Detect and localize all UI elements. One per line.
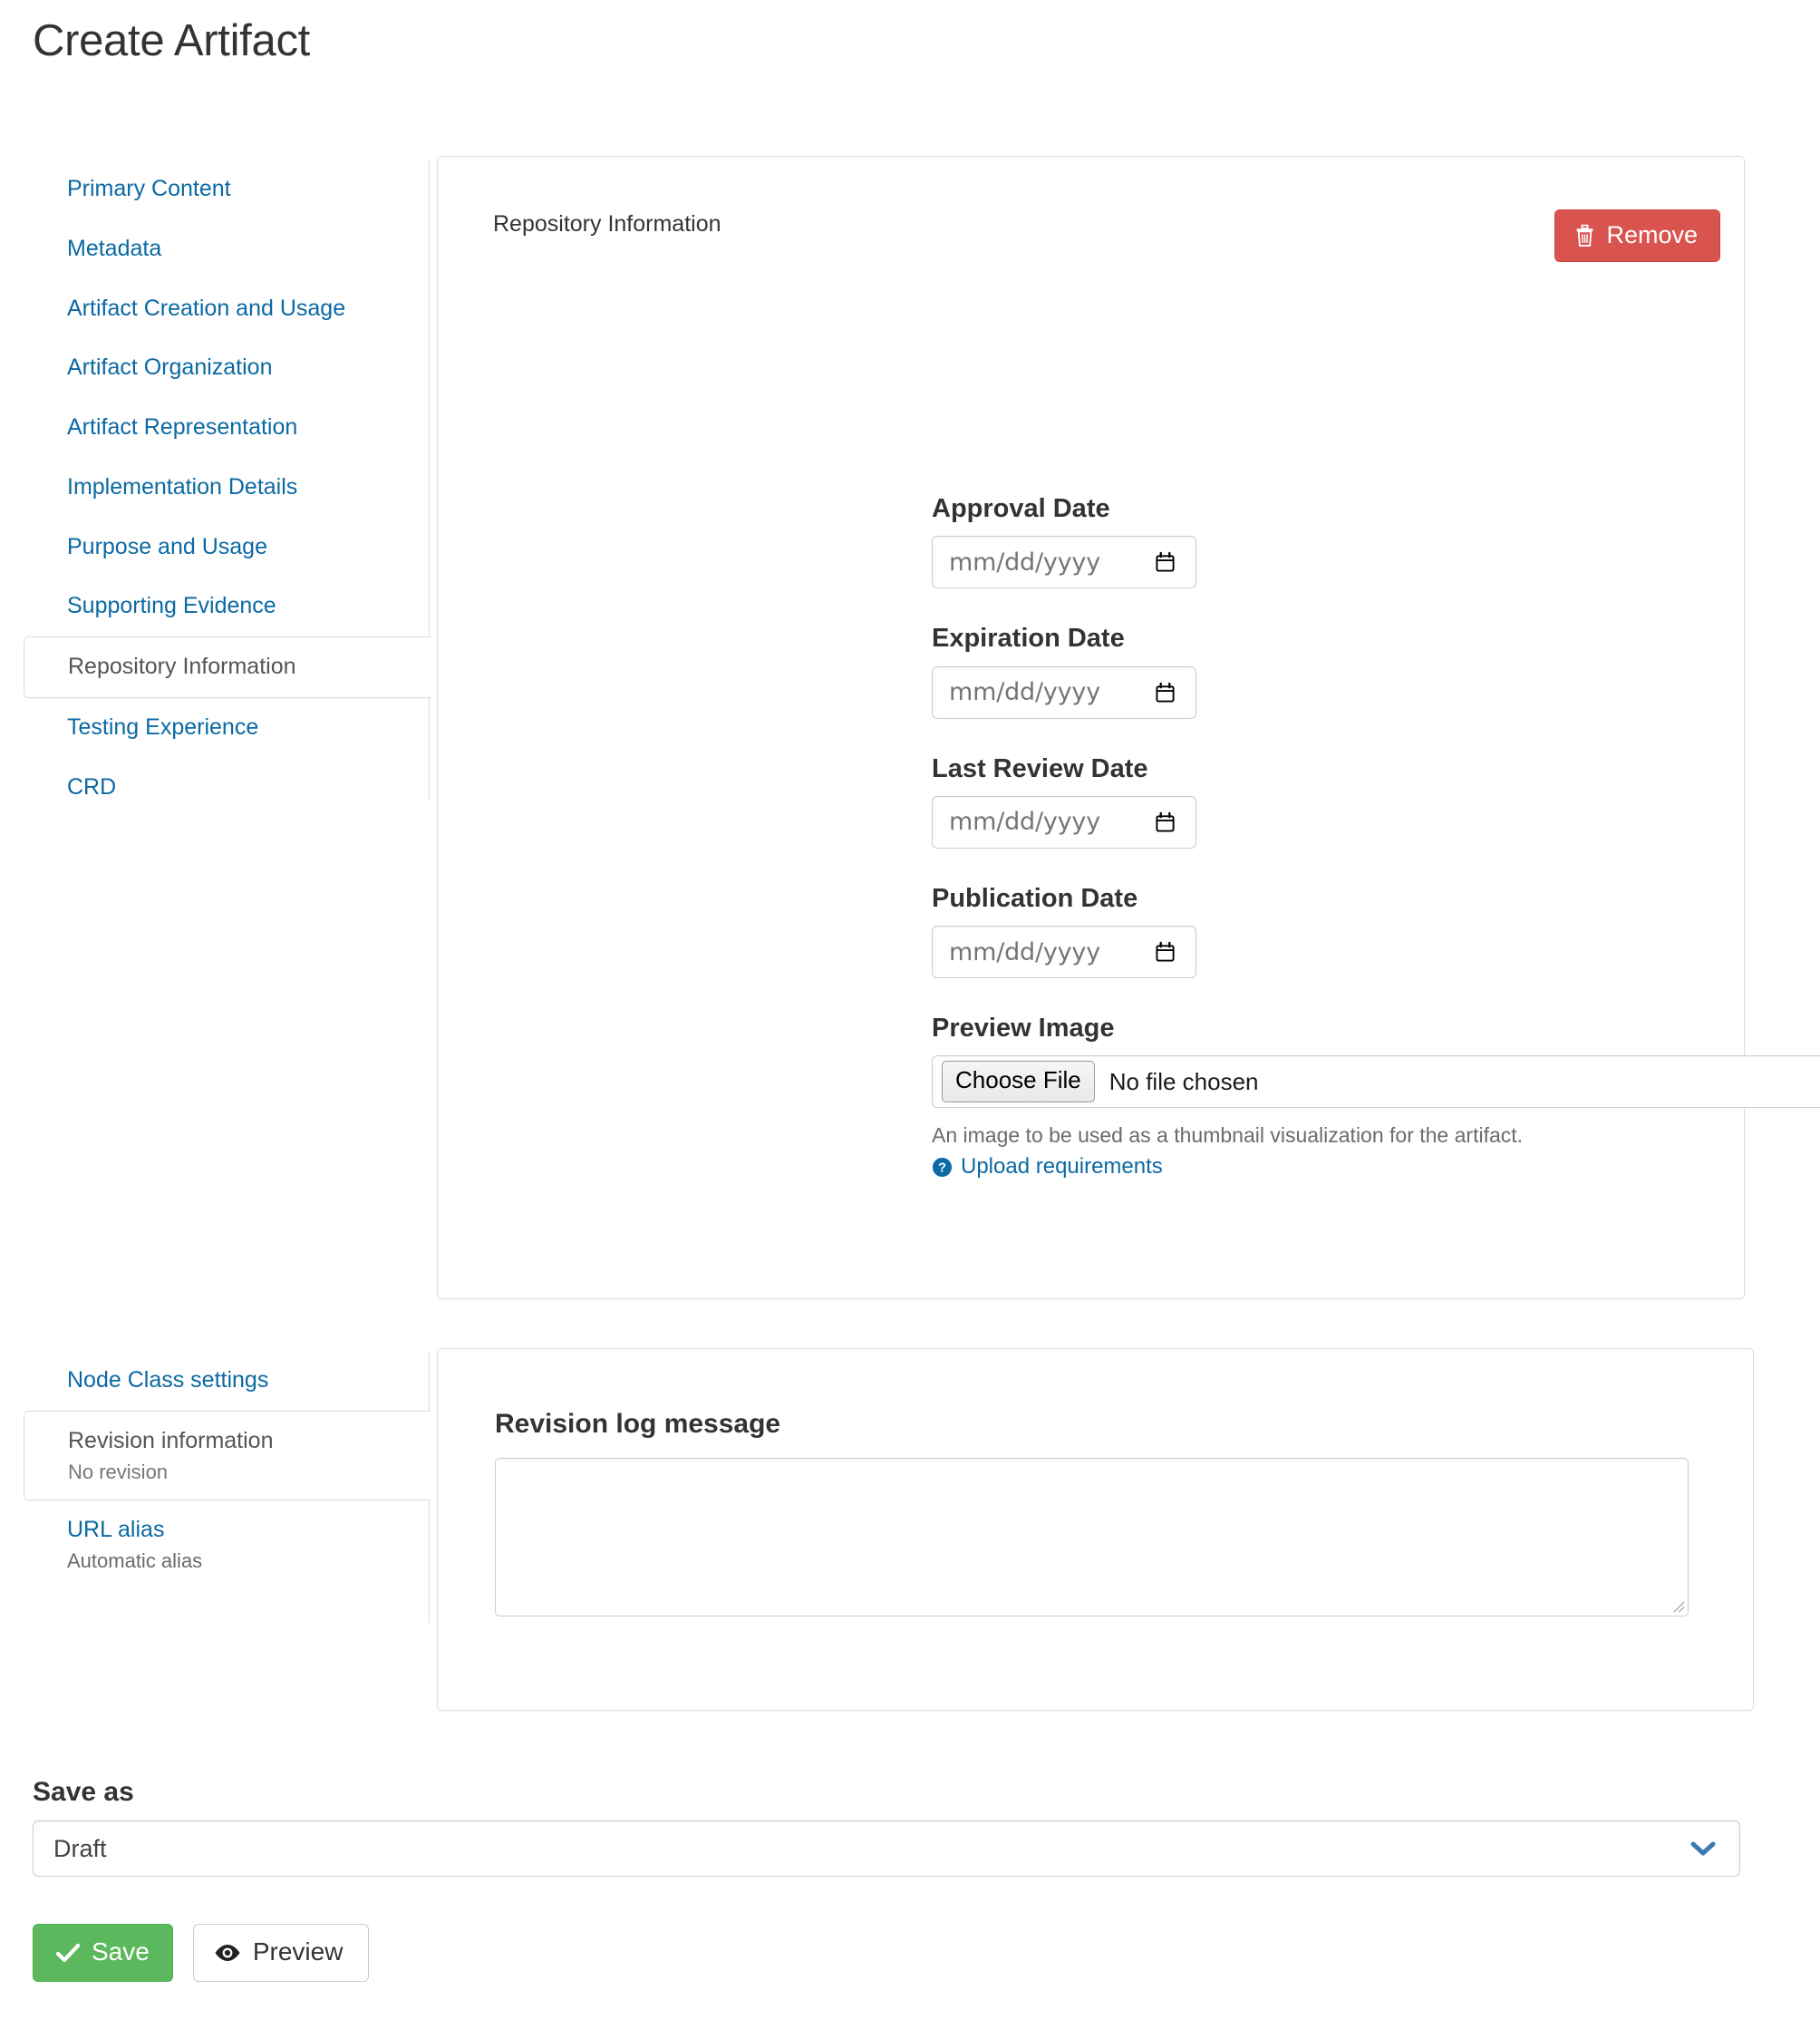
- date-placeholder: mm/dd/yyyy: [949, 937, 1100, 966]
- sidebar-item-supporting-evidence[interactable]: Supporting Evidence: [44, 577, 429, 636]
- sidebar-item-primary-content[interactable]: Primary Content: [44, 160, 429, 219]
- preview-button[interactable]: Preview: [192, 1924, 370, 1982]
- date-fields-group: Approval Date mm/dd/yyyy Expiration Date: [932, 492, 1820, 1180]
- sidebar-item-metadata[interactable]: Metadata: [44, 219, 429, 279]
- sidebar-item-purpose-and-usage[interactable]: Purpose and Usage: [44, 518, 429, 578]
- sidebar-item-sublabel: Automatic alias: [67, 1548, 203, 1572]
- trash-icon: [1575, 224, 1594, 247]
- sidebar-item-node-class-settings[interactable]: Node Class settings: [44, 1351, 429, 1411]
- save-as-selected-value: Draft: [53, 1834, 107, 1862]
- date-placeholder: mm/dd/yyyy: [949, 678, 1100, 706]
- date-placeholder: mm/dd/yyyy: [949, 548, 1100, 577]
- sidebar-item-label: Artifact Organization: [67, 354, 273, 381]
- sidebar-item-label: Supporting Evidence: [67, 593, 276, 619]
- sidebar-item-label: Purpose and Usage: [67, 533, 267, 559]
- file-status-text: No file chosen: [1108, 1067, 1259, 1095]
- sidebar-item-artifact-organization[interactable]: Artifact Organization: [44, 338, 429, 398]
- sidebar-item-sublabel: No revision: [68, 1460, 169, 1483]
- approval-date-input[interactable]: mm/dd/yyyy: [932, 536, 1196, 589]
- field-publication-date: Publication Date mm/dd/yyyy: [932, 882, 1820, 978]
- field-approval-date: Approval Date mm/dd/yyyy: [932, 492, 1820, 589]
- sidebar-item-url-alias[interactable]: URL alias Automatic alias: [44, 1500, 429, 1588]
- resize-handle-icon[interactable]: [1670, 1598, 1685, 1613]
- sidebar-item-artifact-representation[interactable]: Artifact Representation: [44, 398, 429, 458]
- save-button-label: Save: [92, 1937, 150, 1966]
- field-expiration-date: Expiration Date mm/dd/yyyy: [932, 622, 1820, 719]
- field-label: Preview Image: [932, 1014, 1115, 1043]
- calendar-icon[interactable]: [1155, 682, 1176, 704]
- field-last-review-date: Last Review Date mm/dd/yyyy: [932, 752, 1820, 849]
- calendar-icon[interactable]: [1155, 811, 1176, 833]
- upload-requirements-link[interactable]: ? Upload requirements: [932, 1154, 1163, 1180]
- sidebar-item-label: Testing Experience: [67, 714, 259, 740]
- field-label: Approval Date: [932, 494, 1110, 523]
- field-label: Expiration Date: [932, 624, 1125, 654]
- preview-button-label: Preview: [252, 1937, 344, 1966]
- sidebar-item-artifact-creation-and-usage[interactable]: Artifact Creation and Usage: [44, 279, 429, 339]
- check-icon: [55, 1942, 81, 1963]
- secondary-vertical-tabs: Node Class settings Revision information…: [24, 1351, 431, 1623]
- sidebar-item-label: Primary Content: [67, 176, 231, 201]
- save-as-label: Save as: [33, 1777, 134, 1807]
- field-label: Publication Date: [932, 883, 1138, 913]
- remove-button-label: Remove: [1606, 221, 1698, 248]
- field-preview-image: Preview Image Choose File No file chosen…: [932, 1012, 1820, 1180]
- sidebar-item-crd[interactable]: CRD: [44, 758, 429, 818]
- save-button[interactable]: Save: [33, 1924, 173, 1982]
- sidebar-item-label: Revision information: [68, 1427, 274, 1453]
- upload-requirements-label: Upload requirements: [961, 1154, 1163, 1180]
- save-as-select[interactable]: Draft: [33, 1820, 1740, 1877]
- sidebar-item-testing-experience[interactable]: Testing Experience: [44, 698, 429, 758]
- sidebar-item-repository-information[interactable]: Repository Information: [24, 636, 431, 698]
- page-title: Create Artifact: [33, 16, 310, 65]
- remove-button[interactable]: Remove: [1554, 209, 1720, 262]
- sidebar-item-label: CRD: [67, 773, 117, 800]
- svg-text:?: ?: [938, 1160, 946, 1175]
- sidebar-item-label: URL alias: [67, 1517, 165, 1543]
- sidebar-item-label: Metadata: [67, 235, 162, 261]
- sidebar-item-label: Artifact Representation: [67, 414, 298, 440]
- revision-log-textarea[interactable]: [495, 1458, 1689, 1616]
- revision-log-label: Revision log message: [495, 1409, 781, 1439]
- sidebar-item-implementation-details[interactable]: Implementation Details: [44, 458, 429, 518]
- preview-image-description: An image to be used as a thumbnail visua…: [932, 1123, 1524, 1148]
- repository-information-panel: Repository Information Remove Approval D…: [437, 156, 1820, 1299]
- field-label: Last Review Date: [932, 753, 1148, 783]
- revision-information-panel: Revision log message: [437, 1348, 1754, 1711]
- create-artifact-page: Create Artifact Primary Content Metadata…: [0, 0, 1820, 2029]
- chevron-down-icon: [1690, 1840, 1716, 1857]
- eye-icon: [214, 1942, 241, 1962]
- expiration-date-input[interactable]: mm/dd/yyyy: [932, 665, 1196, 719]
- calendar-icon[interactable]: [1155, 941, 1176, 963]
- preview-image-file-input[interactable]: Choose File No file chosen: [932, 1055, 1820, 1109]
- sidebar-item-revision-information[interactable]: Revision information No revision: [24, 1410, 431, 1501]
- sidebar-item-label: Artifact Creation and Usage: [67, 295, 346, 321]
- date-placeholder: mm/dd/yyyy: [949, 808, 1100, 837]
- panel-heading: Repository Information: [493, 211, 721, 237]
- sidebar-item-label: Implementation Details: [67, 473, 298, 500]
- sidebar-item-label: Repository Information: [68, 654, 296, 679]
- last-review-date-input[interactable]: mm/dd/yyyy: [932, 795, 1196, 849]
- choose-file-button[interactable]: Choose File: [942, 1061, 1095, 1103]
- sidebar-item-label: Node Class settings: [67, 1367, 269, 1393]
- form-actions: Save Preview: [33, 1924, 370, 1982]
- question-circle-icon: ?: [932, 1157, 953, 1178]
- publication-date-input[interactable]: mm/dd/yyyy: [932, 926, 1196, 978]
- calendar-icon[interactable]: [1155, 551, 1176, 573]
- primary-vertical-tabs: Primary Content Metadata Artifact Creati…: [24, 160, 431, 800]
